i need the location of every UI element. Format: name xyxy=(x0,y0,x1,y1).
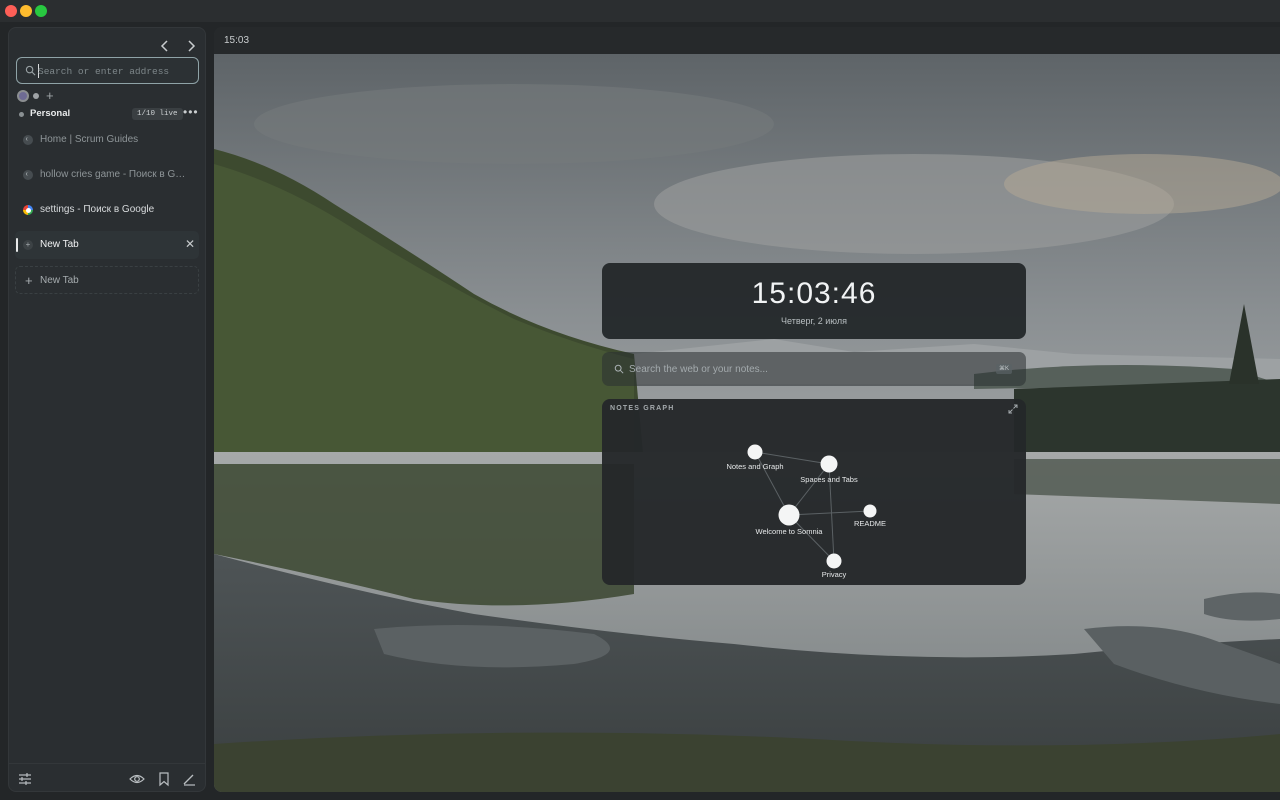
search-icon xyxy=(25,65,36,76)
notes-graph-widget: Notes and Graph Spaces and Tabs Welcome … xyxy=(602,399,1026,585)
live-tabs-badge: 1/10 live xyxy=(132,108,183,120)
address-bar[interactable] xyxy=(16,57,199,84)
sidebar-footer xyxy=(9,763,205,791)
moon-icon xyxy=(23,135,33,145)
tab-title: Home | Scrum Guides xyxy=(40,134,139,145)
add-space-button[interactable]: + xyxy=(46,88,54,103)
back-button[interactable] xyxy=(155,36,175,56)
address-input[interactable] xyxy=(38,62,193,80)
chevron-right-icon xyxy=(188,40,196,52)
close-window-button[interactable] xyxy=(5,5,17,17)
more-options-icon[interactable]: ••• xyxy=(183,105,199,119)
space-header: Personal 1/10 live ••• xyxy=(19,105,199,122)
browser-window: + Personal 1/10 live ••• Home | Scrum Gu… xyxy=(0,0,1280,800)
space-dot[interactable] xyxy=(33,93,39,99)
maximize-window-button[interactable] xyxy=(35,5,47,17)
clock-time: 15:03:46 xyxy=(751,277,877,310)
google-icon xyxy=(23,205,33,215)
expand-icon[interactable] xyxy=(1008,404,1018,414)
graph-title: NOTES GRAPH xyxy=(610,405,675,412)
active-tab-indicator xyxy=(16,238,18,252)
graph-node-label: Spaces and Tabs xyxy=(800,475,858,484)
graph-node-label: Privacy xyxy=(822,570,847,579)
notes-graph: Notes and Graph Spaces and Tabs Welcome … xyxy=(726,444,886,580)
sidebar: + Personal 1/10 live ••• Home | Scrum Gu… xyxy=(8,27,206,792)
eye-icon[interactable] xyxy=(129,771,145,787)
pen-icon[interactable] xyxy=(181,771,197,787)
tab-title: hollow cries game - Поиск в Google xyxy=(40,169,188,180)
space-personal-dot[interactable] xyxy=(17,90,29,102)
graph-node[interactable]: README xyxy=(854,504,886,529)
tab-title: settings - Поиск в Google xyxy=(40,204,155,215)
tab-item-active[interactable]: + New Tab ✕ xyxy=(15,231,199,259)
search-input[interactable] xyxy=(629,360,979,378)
search-box[interactable]: ⌘K xyxy=(602,352,1026,386)
close-tab-icon[interactable]: ✕ xyxy=(185,237,195,251)
space-bullet xyxy=(19,112,24,117)
moon-icon xyxy=(23,170,33,180)
graph-node[interactable]: Spaces and Tabs xyxy=(800,455,858,485)
shortcut-hint: ⌘K xyxy=(996,364,1013,374)
top-clock: 15:03 xyxy=(224,35,250,46)
graph-node[interactable]: Welcome to Somnia xyxy=(756,504,824,537)
graph-node[interactable]: Notes and Graph xyxy=(726,444,784,472)
graph-node[interactable]: Privacy xyxy=(822,553,847,580)
chevron-left-icon xyxy=(160,40,168,52)
forward-button[interactable] xyxy=(181,36,201,56)
bookmark-icon[interactable] xyxy=(156,771,172,787)
new-tab-button[interactable]: + New Tab xyxy=(15,266,199,294)
graph-node-label: Notes and Graph xyxy=(726,462,783,471)
tab-title: New Tab xyxy=(40,239,79,250)
plus-icon: + xyxy=(25,273,33,288)
space-name: Personal xyxy=(30,108,71,119)
content-area: 15:03 15:03:46 Четверг, 2 июля Search th… xyxy=(214,27,1280,792)
tab-item[interactable]: settings - Поиск в Google xyxy=(15,196,199,224)
search-icon xyxy=(614,364,624,374)
new-tab-label: New Tab xyxy=(40,275,79,286)
minimize-window-button[interactable] xyxy=(20,5,32,17)
tab-item[interactable]: hollow cries game - Поиск в Google xyxy=(15,161,199,189)
graph-node-label: Welcome to Somnia xyxy=(756,527,824,536)
plus-icon: + xyxy=(23,240,33,250)
graph-node-label: README xyxy=(854,519,886,528)
title-bar xyxy=(0,0,1280,22)
tab-item[interactable]: Home | Scrum Guides xyxy=(15,126,199,154)
content-top-bar: 15:03 xyxy=(214,27,1280,54)
clock-date: Четверг, 2 июля xyxy=(781,316,847,326)
clock-widget: 15:03:46 Четверг, 2 июля xyxy=(602,263,1026,339)
sliders-icon[interactable] xyxy=(17,771,33,787)
